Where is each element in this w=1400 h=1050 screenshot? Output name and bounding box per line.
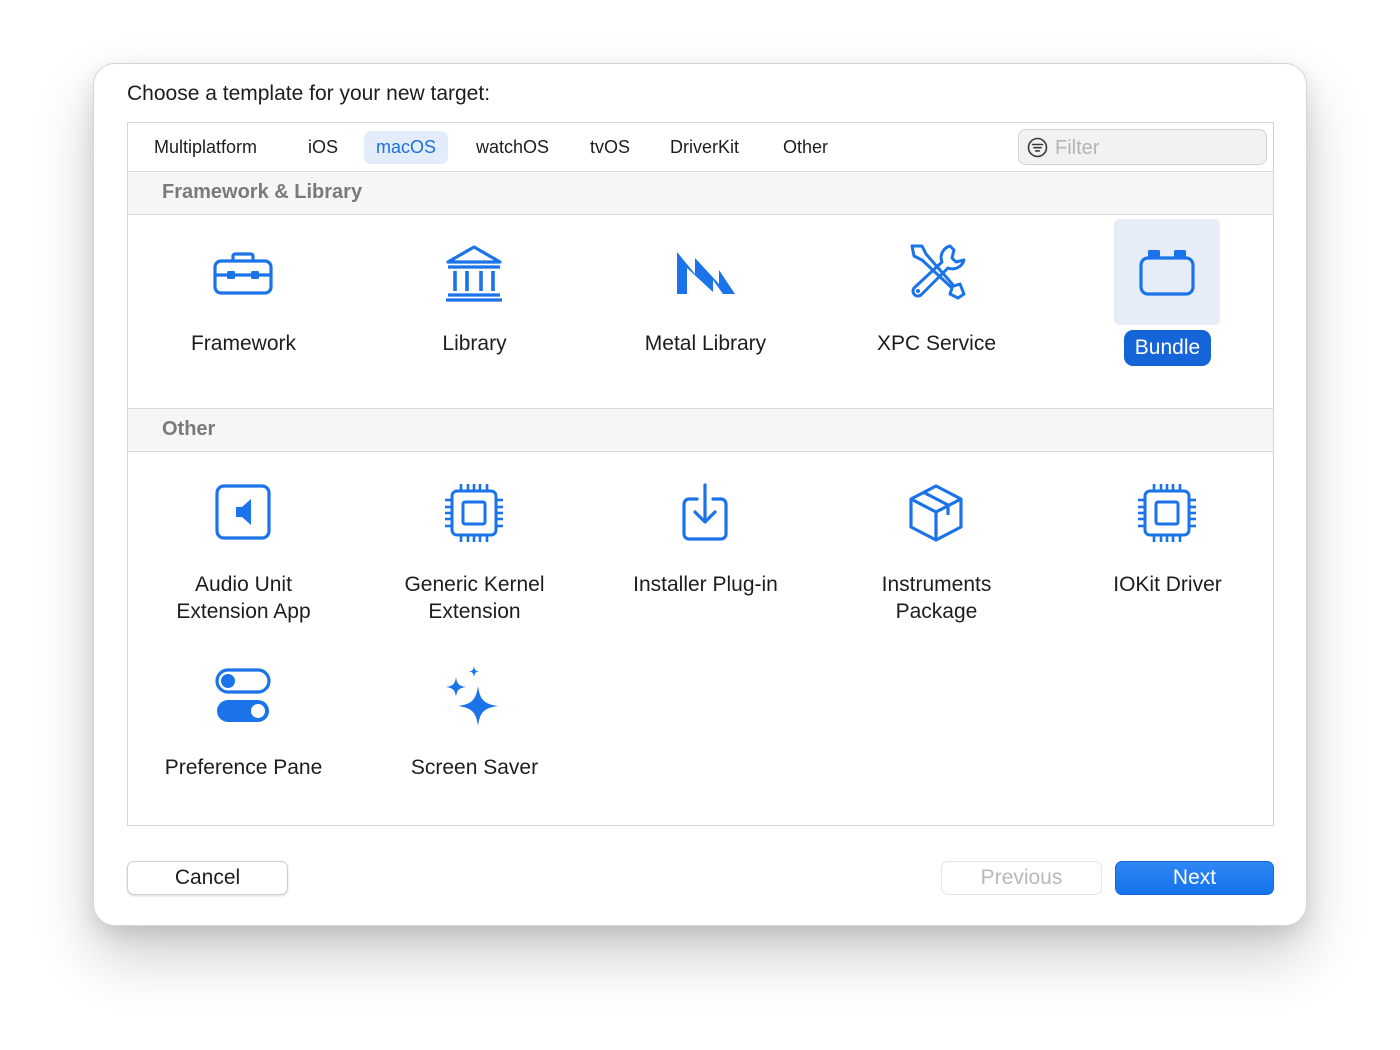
cpu-icon <box>445 484 503 542</box>
template-label: Audio Unit Extension App <box>176 573 311 623</box>
template-label: Metal Library <box>644 332 767 355</box>
selected-label: Bundle <box>1123 330 1212 366</box>
template-label: XPC Service <box>876 332 997 355</box>
template-label: Generic Kernel Extension <box>404 573 545 623</box>
new-target-dialog: Choose a template for your new target: M… <box>93 63 1307 926</box>
template-label: IOKit Driver <box>1113 573 1222 596</box>
template-label: Screen Saver <box>410 756 539 779</box>
tray-download-icon <box>682 483 728 541</box>
template-label: Bundle <box>1052 330 1283 366</box>
template-framework[interactable]: Framework <box>128 219 359 369</box>
section-header-framework-library: Framework & Library <box>128 172 1273 215</box>
dialog-prompt: Choose a template for your new target: <box>127 82 491 105</box>
tab-macos[interactable]: macOS <box>364 131 449 164</box>
sparkles-icon <box>446 666 498 726</box>
previous-button[interactable]: Previous <box>941 861 1102 895</box>
template-audio-unit-extension-app[interactable]: Audio Unit Extension App <box>128 460 359 630</box>
next-button[interactable]: Next <box>1115 861 1274 895</box>
wrench-screwdriver-icon <box>910 244 966 300</box>
bundle-icon <box>1139 250 1195 296</box>
tab-multiplatform[interactable]: Multiplatform <box>142 131 269 164</box>
cpu-icon <box>1138 484 1196 542</box>
section-title: Framework & Library <box>162 181 363 203</box>
template-label: Library <box>442 332 507 355</box>
filter-field[interactable] <box>1018 129 1267 165</box>
template-screen-saver[interactable]: Screen Saver <box>359 643 590 793</box>
shipping-box-icon <box>909 484 963 542</box>
template-label: Installer Plug-in <box>633 573 778 596</box>
metal-icon <box>677 252 735 294</box>
template-instruments-package[interactable]: Instruments Package <box>821 460 1052 630</box>
speaker-icon <box>215 484 271 540</box>
template-panel: Multiplatform iOS macOS watchOS tvOS Dri… <box>127 122 1274 826</box>
template-iokit-driver[interactable]: IOKit Driver <box>1052 460 1283 630</box>
template-label: Instruments Package <box>881 573 992 623</box>
template-preference-pane[interactable]: Preference Pane <box>128 643 359 793</box>
template-label: Framework <box>190 332 296 355</box>
template-xpc-service[interactable]: XPC Service <box>821 219 1052 369</box>
section-header-other: Other <box>128 409 1273 452</box>
tab-tvos[interactable]: tvOS <box>578 131 642 164</box>
template-label: Preference Pane <box>164 756 323 779</box>
template-metal-library[interactable]: Metal Library <box>590 219 821 369</box>
platform-tab-bar: Multiplatform iOS macOS watchOS tvOS Dri… <box>128 123 1273 172</box>
tab-other[interactable]: Other <box>771 131 840 164</box>
filter-icon <box>1027 137 1048 158</box>
filter-input[interactable] <box>1055 134 1255 162</box>
cancel-button[interactable]: Cancel <box>127 861 288 895</box>
template-bundle[interactable]: Bundle <box>1052 219 1283 369</box>
template-generic-kernel-extension[interactable]: Generic Kernel Extension <box>359 460 590 630</box>
section-title: Other <box>162 418 216 440</box>
tab-ios[interactable]: iOS <box>296 131 350 164</box>
tab-driverkit[interactable]: DriverKit <box>658 131 751 164</box>
template-installer-plug-in[interactable]: Installer Plug-in <box>590 460 821 630</box>
template-library[interactable]: Library <box>359 219 590 369</box>
tab-watchos[interactable]: watchOS <box>464 131 561 164</box>
building-columns-icon <box>446 245 502 302</box>
toggles-icon <box>215 668 271 722</box>
toolbox-icon <box>213 252 273 295</box>
